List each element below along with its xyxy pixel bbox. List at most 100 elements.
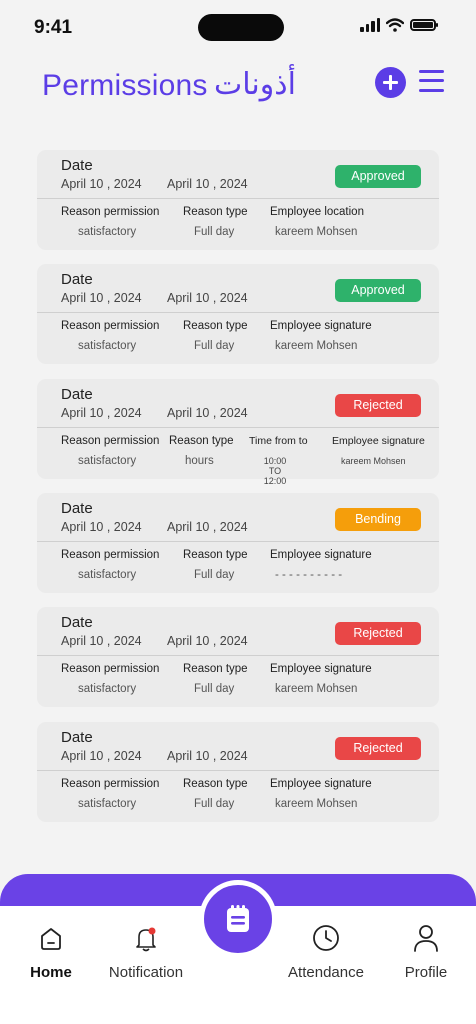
field-value: Full day xyxy=(194,797,235,810)
field-value: satisfactory xyxy=(78,226,137,238)
field-value: Full day xyxy=(194,568,235,581)
date-to: April 10 , 2024 xyxy=(167,405,248,420)
nav-notification-label: Notification xyxy=(108,964,184,981)
date-from: April 10 , 2024 xyxy=(61,405,142,420)
field-label: Employee signature xyxy=(270,320,372,333)
clipboard-icon xyxy=(227,905,249,932)
field-label: Reason permission xyxy=(61,206,160,218)
field-value: satisfactory xyxy=(78,797,137,810)
user-icon xyxy=(414,925,438,952)
dynamic-island xyxy=(198,14,284,41)
field-label: Employee location xyxy=(270,206,364,218)
field-value: Full day xyxy=(194,226,235,238)
field-value: kareem Mohsen xyxy=(275,340,358,353)
field-label: Reason type xyxy=(183,663,248,676)
permission-card[interactable]: Date April 10 , 2024 April 10 , 2024 Reject… xyxy=(37,378,439,486)
nav-attendance[interactable]: Attendance xyxy=(286,920,366,981)
date-label: Date xyxy=(61,499,93,517)
field-label: Reason permission xyxy=(61,434,160,447)
date-label: Date xyxy=(61,157,93,174)
notification-dot xyxy=(148,927,156,935)
card-divider xyxy=(37,769,439,771)
date-to: April 10 , 2024 xyxy=(167,634,248,649)
card-divider xyxy=(37,655,439,657)
battery-icon xyxy=(410,19,438,31)
wifi-icon xyxy=(386,18,404,32)
date-from: April 10 , 2024 xyxy=(61,634,142,649)
date-from: April 10 , 2024 xyxy=(61,291,142,306)
field-label: Reason type xyxy=(183,548,248,561)
card-divider xyxy=(37,312,439,314)
card-divider xyxy=(37,426,439,428)
field-value: 10:00 TO 12:00 xyxy=(263,455,287,486)
field-value: satisfactory xyxy=(78,454,137,467)
field-label: Time from to xyxy=(249,434,308,447)
date-to: April 10 , 2024 xyxy=(167,748,248,763)
field-value: satisfactory xyxy=(78,568,137,581)
field-label: Reason permission xyxy=(61,320,160,333)
card-divider xyxy=(37,198,439,199)
date-to: April 10 , 2024 xyxy=(167,519,248,534)
nav-profile[interactable]: Profile xyxy=(400,920,452,981)
new-request-button[interactable] xyxy=(199,880,277,958)
field-label: Reason permission xyxy=(61,663,160,676)
menu-button[interactable] xyxy=(419,68,444,94)
date-from: April 10 , 2024 xyxy=(61,177,142,191)
home-icon xyxy=(41,928,61,950)
field-value: - - - - - - - - - - xyxy=(275,568,343,581)
status-icons xyxy=(360,18,438,32)
page-title: Permissions xyxy=(42,69,208,102)
date-label: Date xyxy=(61,385,93,403)
field-value: satisfactory xyxy=(78,340,137,353)
date-to: April 10 , 2024 xyxy=(167,291,248,306)
status-badge: Bending xyxy=(335,507,421,531)
field-label: Reason type xyxy=(183,777,248,790)
page-header: Permissions أذونات xyxy=(42,62,452,112)
nav-attendance-label: Attendance xyxy=(288,964,364,981)
nav-profile-label: Profile xyxy=(404,964,448,981)
field-value: kareem Mohsen xyxy=(341,455,406,466)
signal-icon xyxy=(360,18,380,32)
field-label: Reason permission xyxy=(61,777,160,790)
field-label: Reason type xyxy=(183,206,248,218)
field-value: Full day xyxy=(194,340,235,353)
nav-home-label: Home xyxy=(30,964,72,981)
date-label: Date xyxy=(61,614,93,632)
permission-card[interactable]: Date April 10 , 2024 April 10 , 2024 Reject… xyxy=(37,721,439,822)
status-badge: Rejected xyxy=(335,622,421,646)
status-bar: 9:41 xyxy=(0,0,476,56)
field-label: Reason permission xyxy=(61,548,160,561)
status-badge: Rejected xyxy=(335,736,421,760)
field-label: Reason type xyxy=(183,320,248,333)
field-value: kareem Mohsen xyxy=(275,683,358,696)
field-value: satisfactory xyxy=(78,683,137,696)
field-value: hours xyxy=(185,454,214,467)
status-badge: Approved xyxy=(335,165,421,188)
nav-home[interactable]: Home xyxy=(28,920,74,981)
page-title-arabic: أذونات xyxy=(214,67,296,102)
permission-card[interactable]: Date April 10 , 2024 April 10 , 2024 Approv… xyxy=(37,150,439,250)
permission-card[interactable]: Date April 10 , 2024 April 10 , 2024 Bendin… xyxy=(37,492,439,593)
field-value: kareem Mohsen xyxy=(275,797,358,810)
date-from: April 10 , 2024 xyxy=(61,519,142,534)
status-badge: Rejected xyxy=(335,393,421,417)
status-time: 9:41 xyxy=(34,17,73,38)
field-label: Employee signature xyxy=(270,663,372,676)
bell-icon xyxy=(136,927,156,952)
date-from: April 10 , 2024 xyxy=(61,748,142,763)
permission-card[interactable]: Date April 10 , 2024 April 10 , 2024 Reject… xyxy=(37,607,439,708)
field-label: Employee signature xyxy=(270,548,372,561)
permission-card[interactable]: Date April 10 , 2024 April 10 , 2024 Approv… xyxy=(37,264,439,365)
clock-icon xyxy=(313,925,339,951)
status-badge: Approved xyxy=(335,279,421,303)
field-value: Full day xyxy=(194,683,235,696)
card-divider xyxy=(37,540,439,542)
field-label: Employee signature xyxy=(270,777,372,790)
date-to: April 10 , 2024 xyxy=(167,177,248,191)
date-label: Date xyxy=(61,271,93,289)
field-label: Reason type xyxy=(169,434,234,447)
field-value: kareem Mohsen xyxy=(275,226,358,238)
add-permission-button[interactable] xyxy=(375,67,406,98)
date-label: Date xyxy=(61,728,93,746)
nav-notification[interactable]: Notification xyxy=(106,920,186,981)
